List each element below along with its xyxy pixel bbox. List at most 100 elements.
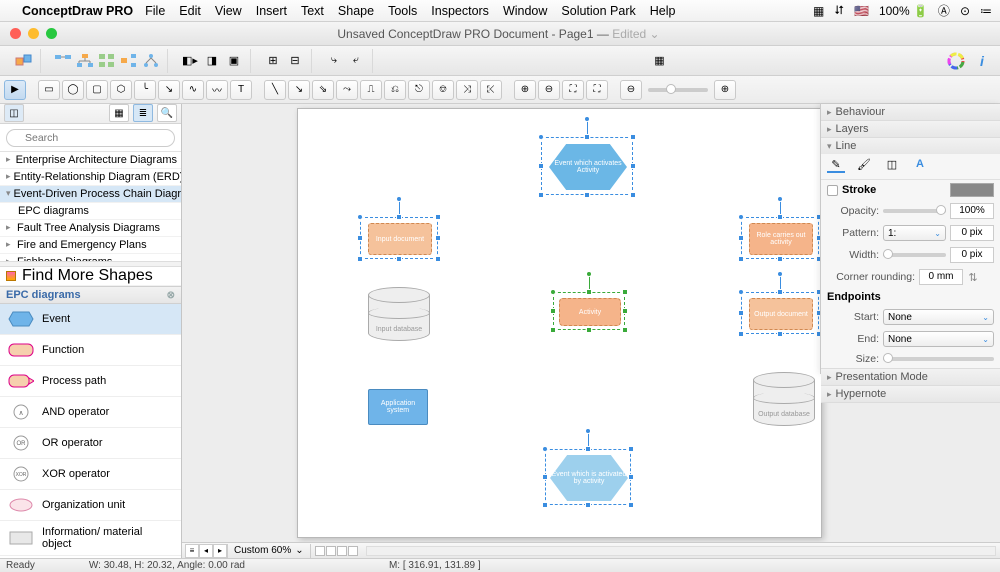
line-tab-fill-icon[interactable]: 🖌	[855, 157, 873, 173]
inspector-section-behaviour[interactable]: ▸Behaviour	[821, 104, 1000, 120]
menu-inspectors[interactable]: Inspectors	[431, 4, 489, 18]
left-tab-grid[interactable]: ▦	[109, 104, 129, 122]
tool-zoom-plus[interactable]: ⊕	[714, 80, 736, 100]
tool-rect[interactable]: ▭	[38, 80, 60, 100]
tree-item-active[interactable]: ▾Event-Driven Process Chain Diagrams	[0, 186, 181, 203]
window-edited-label[interactable]: Edited ⌄	[612, 27, 659, 41]
menu-edit[interactable]: Edit	[179, 4, 201, 18]
tb-org-icon[interactable]	[141, 52, 161, 70]
tool-arrow1[interactable]: ↘	[288, 80, 310, 100]
zoom-slider[interactable]	[648, 88, 708, 92]
tool-route3[interactable]: ⎋	[408, 80, 430, 100]
tool-route6[interactable]: ⤪	[480, 80, 502, 100]
tb-chain-icon[interactable]	[53, 52, 73, 70]
start-select[interactable]: None⌄	[883, 309, 994, 325]
tree-item[interactable]: ▸Fire and Emergency Plans	[0, 237, 181, 254]
shape-item-info[interactable]: Information/ material object	[0, 521, 181, 556]
opacity-value[interactable]: 100%	[950, 203, 994, 219]
line-tab-pen-icon[interactable]: ✎	[827, 157, 845, 173]
tool-route5[interactable]: ⤨	[456, 80, 478, 100]
zoom-window-button[interactable]	[46, 28, 57, 39]
tool-smart[interactable]: ⤳	[336, 80, 358, 100]
width-slider[interactable]	[883, 253, 946, 257]
tb-branch-icon[interactable]	[119, 52, 139, 70]
minimize-window-button[interactable]	[28, 28, 39, 39]
opacity-slider[interactable]	[883, 209, 946, 213]
tool-fit[interactable]: ⛶	[562, 80, 584, 100]
tool-ellipse[interactable]: ◯	[62, 80, 84, 100]
inspector-section-line[interactable]: ▾Line	[821, 138, 1000, 154]
tree-item[interactable]: ▸Fault Tree Analysis Diagrams	[0, 220, 181, 237]
corner-value[interactable]: 0 mm	[919, 269, 963, 285]
canvas-shape-input-db[interactable]: Input database	[368, 287, 430, 345]
tool-roundrect[interactable]: ▢	[86, 80, 108, 100]
left-tab-list[interactable]: ≣	[133, 104, 153, 122]
tb-grid4-icon[interactable]	[97, 52, 117, 70]
tool-bezier[interactable]: ∿	[182, 80, 204, 100]
tb-colorwheel-icon[interactable]	[946, 52, 966, 70]
shape-item-system[interactable]: System	[0, 556, 181, 558]
tool-zoomout[interactable]: ⊖	[538, 80, 560, 100]
tool-connector-s[interactable]: ↘	[158, 80, 180, 100]
canvas-shape-input-doc[interactable]: Input document	[368, 223, 432, 255]
tree-item[interactable]: ▸Entity-Relationship Diagram (ERD)	[0, 169, 181, 186]
menu-view[interactable]: View	[215, 4, 242, 18]
page-next-button[interactable]: ▸	[213, 544, 227, 558]
corner-stepper[interactable]: ⇅	[967, 271, 979, 284]
menu-shape[interactable]: Shape	[338, 4, 374, 18]
shape-item-process[interactable]: Process path	[0, 366, 181, 397]
tool-route4[interactable]: ⎊	[432, 80, 454, 100]
tool-freehand[interactable]: 〰	[206, 80, 228, 100]
left-tab-clipart[interactable]: ◫	[4, 104, 24, 122]
menu-window[interactable]: Window	[503, 4, 547, 18]
line-tab-shadow-icon[interactable]: ◫	[883, 157, 901, 173]
app-name[interactable]: ConceptDraw PRO	[22, 4, 133, 18]
menubar-icon-a[interactable]: Ⓐ	[938, 2, 950, 19]
tool-polyline[interactable]: ⬡	[110, 80, 132, 100]
canvas-shape-app-system[interactable]: Application system	[368, 389, 428, 425]
menu-help[interactable]: Help	[650, 4, 676, 18]
page-prev-button[interactable]: ◂	[199, 544, 213, 558]
shape-item-orgunit[interactable]: Organization unit	[0, 490, 181, 521]
page-first-button[interactable]: ≡	[185, 544, 199, 558]
canvas-shape-output-db[interactable]: Output database	[753, 372, 815, 430]
canvas-shape-output-doc[interactable]: Output document	[749, 298, 813, 330]
inspector-section-layers[interactable]: ▸Layers	[821, 121, 1000, 137]
canvas-shape-role[interactable]: Role carries out activity	[749, 223, 813, 255]
tool-arrow2[interactable]: ⇘	[312, 80, 334, 100]
stroke-color-swatch[interactable]	[950, 183, 994, 197]
tb-ungroup-icon[interactable]: ⊟	[285, 52, 305, 70]
end-select[interactable]: None⌄	[883, 331, 994, 347]
canvas-shape-event-bottom[interactable]: Event which is activated by activity	[550, 455, 628, 501]
shape-item-and[interactable]: ∧ AND operator	[0, 397, 181, 428]
tb-group-icon[interactable]: ⊞	[263, 52, 283, 70]
zoom-display[interactable]: Custom 60%⌄	[227, 544, 311, 558]
tool-connector-l[interactable]: ╰	[134, 80, 156, 100]
shape-item-function[interactable]: Function	[0, 335, 181, 366]
inspector-section-hypernote[interactable]: ▸Hypernote	[821, 386, 1000, 402]
layout-mode[interactable]	[315, 546, 325, 556]
shape-item-xor[interactable]: XOR XOR operator	[0, 459, 181, 490]
size-slider[interactable]	[883, 357, 994, 361]
tool-route1[interactable]: ⎍	[360, 80, 382, 100]
menubar-wifi-icon[interactable]: ⮃	[834, 3, 844, 18]
layout-mode[interactable]	[326, 546, 336, 556]
tb-connect1-icon[interactable]: ⤷	[324, 52, 344, 70]
menu-insert[interactable]: Insert	[256, 4, 287, 18]
canvas-shape-event-top[interactable]: Event which activates Activity	[549, 144, 627, 190]
library-header[interactable]: EPC diagrams ⊗	[0, 286, 181, 304]
tree-item[interactable]: ▸Fishbone Diagrams	[0, 254, 181, 262]
tool-fitpage[interactable]: ⛶	[586, 80, 608, 100]
menu-solution-park[interactable]: Solution Park	[561, 4, 635, 18]
pattern-select[interactable]: 1:⌄	[883, 225, 946, 241]
inspector-section-presentation[interactable]: ▸Presentation Mode	[821, 369, 1000, 385]
stroke-checkbox[interactable]	[827, 185, 838, 196]
tool-text[interactable]: T	[230, 80, 252, 100]
tb-arrange1-icon[interactable]: ◧▸	[180, 52, 200, 70]
tool-zoomin[interactable]: ⊕	[514, 80, 536, 100]
tb-arrange3-icon[interactable]: ▣	[224, 52, 244, 70]
library-close-icon[interactable]: ⊗	[167, 290, 175, 301]
menubar-grid-icon[interactable]: ▦	[813, 4, 824, 18]
close-window-button[interactable]	[10, 28, 21, 39]
layout-mode[interactable]	[337, 546, 347, 556]
